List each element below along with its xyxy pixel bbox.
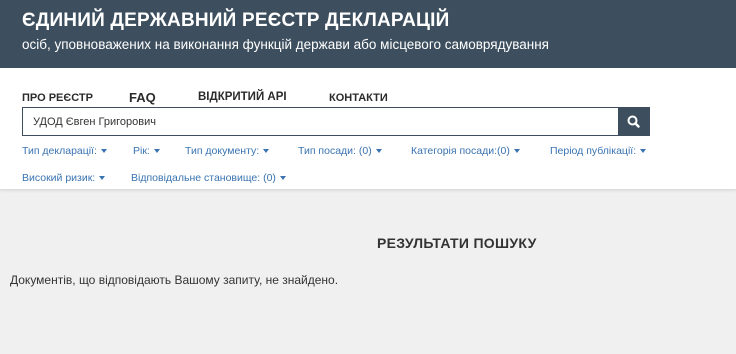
nav-link-api[interactable]: ВІДКРИТИЙ API — [198, 91, 287, 103]
filter-declaration-type[interactable]: Тип декларації: — [22, 145, 107, 157]
nav-link-contacts[interactable]: КОНТАКТИ — [329, 92, 388, 104]
site-subtitle: осіб, уповноважених на виконання функцій… — [22, 37, 549, 52]
filter-publication-period[interactable]: Період публікації: — [550, 145, 647, 157]
caret-down-icon — [375, 149, 382, 154]
filter-high-risk[interactable]: Високий ризик: — [22, 172, 106, 184]
caret-down-icon — [279, 176, 286, 181]
search-box — [22, 107, 650, 136]
filter-document-type[interactable]: Тип документу: — [185, 145, 270, 157]
search-input[interactable] — [23, 108, 619, 135]
site-title: ЄДИНИЙ ДЕРЖАВНИЙ РЕЄСТР ДЕКЛАРАЦІЙ — [22, 10, 450, 31]
caret-down-icon — [99, 176, 106, 181]
filter-label: Відповідальне становище: (0) — [131, 172, 276, 184]
results-title: РЕЗУЛЬТАТИ ПОШУКУ — [377, 235, 537, 251]
caret-down-icon — [263, 149, 270, 154]
filter-year[interactable]: Рік: — [133, 145, 160, 157]
search-icon — [627, 115, 640, 128]
top-panel: ПРО РЕЄСТР FAQ ВІДКРИТИЙ API КОНТАКТИ Ти… — [0, 68, 736, 190]
filter-label: Рік: — [133, 145, 150, 157]
filter-label: Тип посади: (0) — [298, 145, 372, 157]
caret-down-icon — [513, 149, 520, 154]
filter-label: Тип документу: — [185, 145, 260, 157]
filter-position-type[interactable]: Тип посади: (0) — [298, 145, 382, 157]
caret-down-icon — [100, 149, 107, 154]
results-message: Документів, що відповідають Вашому запит… — [10, 273, 339, 287]
nav-link-faq[interactable]: FAQ — [129, 90, 156, 105]
filter-label: Період публікації: — [550, 145, 637, 157]
search-button[interactable] — [618, 108, 649, 135]
filter-label: Категорія посади:(0) — [411, 145, 510, 157]
nav-link-about[interactable]: ПРО РЕЄСТР — [22, 92, 93, 104]
caret-down-icon — [640, 149, 647, 154]
caret-down-icon — [153, 149, 160, 154]
filter-label: Тип декларації: — [22, 145, 97, 157]
site-header: ЄДИНИЙ ДЕРЖАВНИЙ РЕЄСТР ДЕКЛАРАЦІЙ осіб,… — [0, 0, 736, 68]
filter-label: Високий ризик: — [22, 172, 96, 184]
filter-responsible-position[interactable]: Відповідальне становище: (0) — [131, 172, 286, 184]
filter-position-category[interactable]: Категорія посади:(0) — [411, 145, 520, 157]
